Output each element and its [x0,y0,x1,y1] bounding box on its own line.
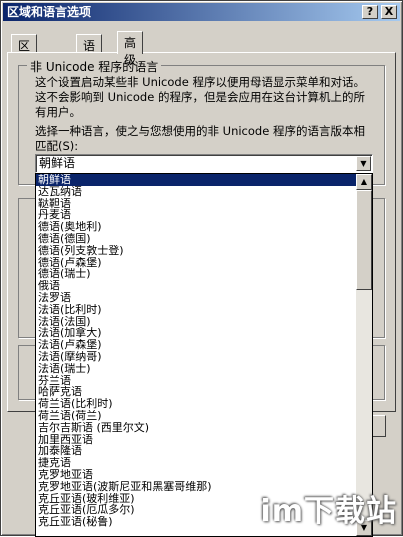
language-option[interactable]: 德语(列支敦士登) [36,245,356,257]
language-option[interactable]: 达瓦纳语 [36,186,356,198]
language-option[interactable]: 吉尔吉斯语 (西里尔文) [36,422,356,434]
language-option[interactable]: 哈萨克语 [36,386,356,398]
language-prompt: 选择一种语言，使之与您想使用的非 Unicode 程序的语言版本相匹配(S): [35,124,365,153]
tab-advanced[interactable]: 高级 [117,31,144,67]
language-combobox[interactable]: 朝鲜语 ▼ [35,154,373,173]
language-option[interactable]: 克罗地亚语 [36,469,356,481]
close-button[interactable]: X [381,5,397,19]
language-option[interactable]: 法罗语 [36,292,356,304]
combo-selected-value: 朝鲜语 [39,156,76,170]
scroll-thumb[interactable] [356,190,372,290]
group-description: 这个设置启动某些非 Unicode 程序以便用母语显示菜单和对话。这不会影响到 … [35,75,365,119]
language-option[interactable]: 俄语 [36,280,356,292]
title-bar[interactable]: 区域和语言选项 ? X [3,3,400,21]
site-watermark: im下载站 [260,494,397,529]
window-title: 区域和语言选项 [7,5,92,19]
language-option[interactable]: 德语(卢森堡) [36,257,356,269]
tab-languages[interactable]: 语言 [76,34,103,70]
language-option[interactable]: 荷兰语(比利时) [36,398,356,410]
language-option[interactable]: 法语(卢森堡) [36,339,356,351]
dropdown-scrollbar[interactable]: ▲ ▼ [356,174,372,536]
language-option[interactable]: 法语(摩纳哥) [36,351,356,363]
group-legend: 非 Unicode 程序的语言 [27,58,162,75]
language-option[interactable]: 德语(瑞士) [36,268,356,280]
language-option[interactable]: 加里西亚语 [36,434,356,446]
language-option[interactable]: 加泰隆语 [36,445,356,457]
language-option[interactable]: 丹麦语 [36,209,356,221]
language-option[interactable]: 法语(加拿大) [36,327,356,339]
language-option[interactable]: 法语(法国) [36,316,356,328]
dropdown-options: 朝鲜语 达瓦纳语 鞑靼语 丹麦语 德语(奥地利) 德语(德国) 德语(列支敦士登) 德语(卢森… [36,174,356,528]
scroll-up-icon[interactable]: ▲ [356,174,372,190]
language-option[interactable]: 捷克语 [36,457,356,469]
tab-regional-options[interactable]: 区域选项 [11,34,38,104]
language-option[interactable]: 芬兰语 [36,375,356,387]
language-option[interactable]: 鞑靼语 [36,198,356,210]
language-option[interactable]: 法语(瑞士) [36,363,356,375]
language-option[interactable]: 朝鲜语 [36,174,356,186]
chevron-down-icon[interactable]: ▼ [356,156,371,171]
language-option[interactable]: 德语(奥地利) [36,221,356,233]
language-dropdown-list[interactable]: 朝鲜语 达瓦纳语 鞑靼语 丹麦语 德语(奥地利) 德语(德国) 德语(列支敦士登) 德语(卢森… [35,173,373,537]
help-button[interactable]: ? [362,5,378,19]
language-option[interactable]: 荷兰语(荷兰) [36,410,356,422]
language-option[interactable]: 法语(比利时) [36,304,356,316]
language-option[interactable]: 德语(德国) [36,233,356,245]
dialog-window: 区域和语言选项 ? X 区域选项 语言 高级 非 Unicode 程序的语言 (… [0,0,403,537]
